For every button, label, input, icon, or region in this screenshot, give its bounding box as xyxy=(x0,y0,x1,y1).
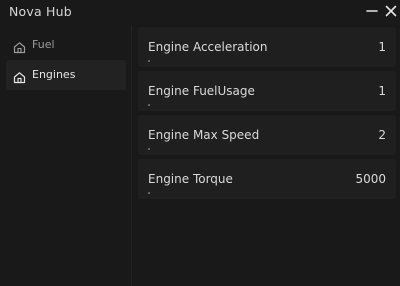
setting-value: 1 xyxy=(378,84,386,98)
minimize-button[interactable] xyxy=(364,3,380,19)
setting-value: 5000 xyxy=(355,172,386,186)
sidebar-item-label: Fuel xyxy=(32,38,55,51)
slider-fill xyxy=(148,104,150,106)
slider-track[interactable] xyxy=(148,104,386,106)
slider-engine-fuelusage[interactable]: Engine FuelUsage 1 xyxy=(138,71,396,111)
setting-label: Engine Acceleration xyxy=(148,40,268,54)
slider-fill xyxy=(148,60,150,62)
setting-label: Engine Torque xyxy=(148,172,233,186)
home-icon xyxy=(13,39,26,54)
slider-engine-torque[interactable]: Engine Torque 5000 xyxy=(138,159,396,199)
sidebar-item-label: Engines xyxy=(32,68,76,81)
close-icon xyxy=(385,5,397,17)
app-window: Nova Hub Fuel Engines Engine Acceleratio… xyxy=(0,0,400,286)
sidebar: Fuel Engines xyxy=(0,26,131,286)
slider-engine-acceleration[interactable]: Engine Acceleration 1 xyxy=(138,27,396,67)
slider-track[interactable] xyxy=(148,192,386,194)
setting-label: Engine Max Speed xyxy=(148,128,260,142)
setting-value: 2 xyxy=(378,128,386,142)
slider-fill xyxy=(148,148,150,150)
window-title: Nova Hub xyxy=(9,4,72,19)
slider-track[interactable] xyxy=(148,148,386,150)
title-bar: Nova Hub xyxy=(0,0,400,26)
slider-track[interactable] xyxy=(148,60,386,62)
settings-panel: Engine Acceleration 1 Engine FuelUsage 1… xyxy=(132,26,400,286)
slider-fill xyxy=(148,192,150,194)
sidebar-item-fuel[interactable]: Fuel xyxy=(6,30,126,60)
slider-engine-max-speed[interactable]: Engine Max Speed 2 xyxy=(138,115,396,155)
setting-value: 1 xyxy=(378,40,386,54)
minimize-icon xyxy=(366,10,378,12)
home-icon xyxy=(13,69,26,84)
sidebar-item-engines[interactable]: Engines xyxy=(6,60,126,90)
close-button[interactable] xyxy=(383,3,399,19)
setting-label: Engine FuelUsage xyxy=(148,84,255,98)
